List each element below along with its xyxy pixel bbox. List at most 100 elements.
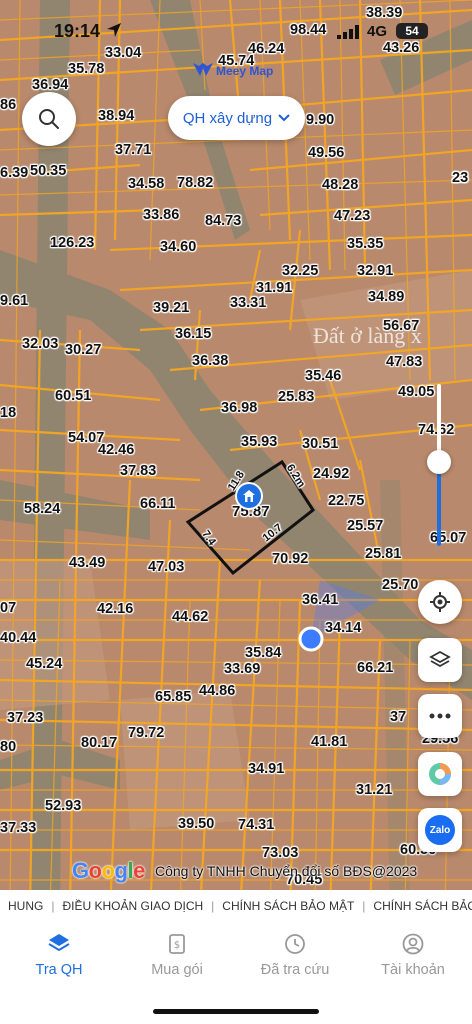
parcel-area-label: 40.44 — [0, 630, 37, 646]
chevron-down-icon — [278, 114, 290, 122]
parcel-area-label: 42.16 — [97, 601, 134, 617]
parcel-area-label: 31.91 — [256, 280, 293, 296]
parcel-area-label: 07 — [0, 600, 17, 616]
parcel-area-label: 36.38 — [192, 353, 229, 369]
zone-text: Đất ở làng x — [313, 323, 422, 348]
svg-text:$: $ — [174, 940, 180, 951]
parcel-area-label: 32.91 — [357, 263, 394, 279]
layers-icon — [429, 650, 451, 668]
parcel-area-label: 9.61 — [0, 293, 29, 309]
planning-type-dropdown[interactable]: QH xây dựng — [168, 96, 305, 140]
parcel-area-label: 65.85 — [155, 689, 192, 705]
parcel-area-label: 36.94 — [32, 77, 69, 93]
parcel-area-label: 36.15 — [175, 326, 212, 342]
parcel-area-label: 60.51 — [55, 388, 92, 404]
parcel-area-label: 42.46 — [98, 442, 135, 458]
parcel-area-label: 50.35 — [30, 163, 67, 179]
parcel-area-label: 36.98 — [221, 400, 258, 416]
link-protection[interactable]: CHÍNH SÁCH BẢO VI — [365, 899, 472, 913]
parcel-area-label: 43.49 — [69, 555, 106, 571]
link-privacy[interactable]: CHÍNH SÁCH BẢO MẬT — [214, 899, 362, 913]
policy-links-bar: HUNG | ĐIỀU KHOẢN GIAO DỊCH | CHÍNH SÁCH B… — [0, 890, 472, 922]
parcel-area-label: 52.93 — [45, 798, 82, 814]
status-time: 19:14 — [54, 21, 101, 41]
parcel-area-label: 80 — [0, 739, 17, 755]
meey-map-logo: Meey Map — [192, 62, 273, 80]
link-hung[interactable]: HUNG — [0, 899, 51, 913]
parcel-area-label: 39.50 — [178, 816, 215, 832]
parcel-area-label: 35.35 — [347, 236, 384, 252]
receipt-icon: $ — [169, 934, 185, 954]
tab-tai-khoan[interactable]: Tài khoản — [358, 932, 468, 978]
tab-label: Tài khoản — [381, 962, 445, 978]
parcel-area-label: 37.83 — [120, 463, 157, 479]
layers-button[interactable] — [418, 638, 462, 682]
parcel-area-label: 66.11 — [140, 496, 176, 512]
parcel-area-label: 33.86 — [143, 207, 180, 223]
parcel-area-label: 33.69 — [224, 661, 261, 677]
parcel-area-label: 35.46 — [305, 368, 342, 384]
network-type: 4G — [367, 23, 388, 40]
google-logo: Google — [72, 858, 145, 883]
home-marker-icon[interactable] — [235, 482, 263, 510]
parcel-area-label: 47.03 — [148, 559, 185, 575]
parcel-area-label: 35.93 — [241, 434, 278, 450]
opacity-slider[interactable] — [427, 384, 451, 546]
home-indicator — [153, 1009, 319, 1014]
status-bar: 19:14 4G 54 — [0, 0, 472, 60]
parcel-area-label: 25.57 — [347, 518, 384, 534]
my-location-button[interactable] — [418, 580, 462, 624]
more-dots-icon — [429, 713, 451, 719]
parcel-area-label: 30.51 — [302, 436, 339, 452]
crosshair-icon — [430, 592, 450, 612]
signal-icon — [337, 25, 359, 39]
parcel-area-label: 41.81 — [311, 734, 348, 750]
tab-da-tra-cuu[interactable]: Đã tra cứu — [240, 932, 350, 978]
parcel-area-label: 34.14 — [325, 620, 362, 636]
parcel-area-label: 66.21 — [357, 660, 394, 676]
parcel-area-label: 47.83 — [386, 354, 423, 370]
parcel-area-label: 78.82 — [177, 175, 214, 191]
parcel-area-label: 34.60 — [160, 239, 197, 255]
legend-button[interactable] — [418, 752, 462, 796]
current-location-dot — [298, 626, 324, 652]
more-button[interactable] — [418, 694, 462, 738]
parcel-area-label: 44.86 — [199, 683, 236, 699]
parcel-area-label: 34.91 — [248, 761, 285, 777]
zalo-button[interactable]: Zalo — [418, 808, 462, 852]
link-terms[interactable]: ĐIỀU KHOẢN GIAO DỊCH — [54, 899, 211, 913]
parcel-area-label: 79.72 — [128, 725, 165, 741]
parcel-area-label: 39.21 — [153, 300, 190, 316]
parcel-area-label: 34.89 — [368, 289, 405, 305]
tab-label: Tra QH — [35, 962, 83, 978]
parcel-area-label: 37.71 — [115, 142, 152, 158]
search-button[interactable] — [22, 92, 76, 146]
tab-mua-goi[interactable]: $ Mua gói — [122, 932, 232, 978]
parcel-area-label: 25.70 — [382, 577, 419, 593]
slider-knob[interactable] — [427, 450, 451, 474]
tab-tra-qh[interactable]: Tra QH — [4, 932, 114, 978]
parcel-area-label: 38.94 — [98, 108, 135, 124]
parcel-area-label: 6.39 — [0, 165, 29, 181]
zalo-icon: Zalo — [425, 815, 455, 845]
parcel-area-label: 37 — [390, 709, 407, 725]
parcel-area-label: 74.31 — [238, 817, 275, 833]
parcel-area-label: 31.21 — [356, 782, 393, 798]
tab-label: Mua gói — [151, 962, 203, 978]
parcel-area-label: 58.24 — [24, 501, 61, 517]
parcel-area-label: 45.24 — [26, 656, 63, 672]
parcel-area-label: 35.84 — [245, 645, 282, 661]
parcel-area-label: 37.33 — [0, 820, 37, 836]
parcel-area-label: 18 — [0, 405, 17, 421]
parcel-area-label: 35.78 — [68, 61, 105, 77]
parcel-area-label: 70.92 — [272, 551, 309, 567]
parcel-area-label: 33.31 — [230, 295, 267, 311]
parcel-area-label: 86 — [0, 97, 17, 113]
clock-icon — [285, 934, 305, 954]
parcel-area-label: 126.23 — [50, 235, 95, 251]
layers-icon — [48, 934, 70, 952]
tab-label: Đã tra cứu — [260, 962, 330, 978]
parcel-area-label: 80.17 — [81, 735, 118, 751]
parcel-area-label: 47.23 — [334, 208, 371, 224]
search-icon — [39, 109, 59, 129]
